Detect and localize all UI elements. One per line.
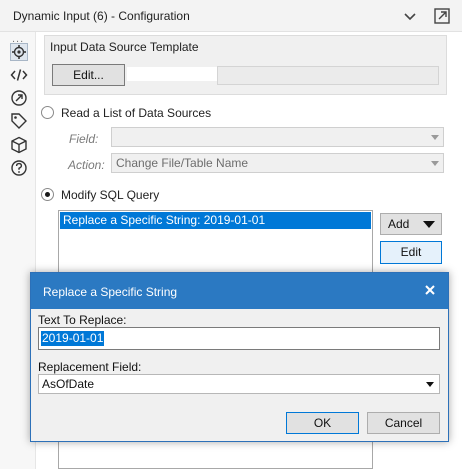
template-edit-button[interactable]: Edit... [52,64,125,86]
tag-icon[interactable] [10,112,28,130]
dialog-title-bar: Replace a Specific String [31,273,448,309]
popout-icon[interactable] [433,7,451,25]
window-title: Dynamic Input (6) - Configuration [13,9,190,23]
ok-button[interactable]: OK [286,412,359,434]
modify-sql-radio[interactable] [41,188,54,201]
add-button-label: Add [388,217,410,231]
action-label: Action: [68,158,105,172]
template-group-label: Input Data Source Template [50,40,199,54]
template-path-field [217,66,439,85]
add-button[interactable]: Add [380,213,442,235]
gear-icon[interactable] [10,43,28,61]
help-icon[interactable] [10,159,28,177]
link-icon[interactable] [10,89,28,107]
read-list-label[interactable]: Read a List of Data Sources [61,106,211,120]
cancel-button[interactable]: Cancel [367,412,440,434]
field-label: Field: [69,132,99,146]
cube-icon[interactable] [10,136,28,154]
close-icon[interactable] [423,283,437,297]
template-path-redacted [127,67,217,81]
chevron-down-icon [426,382,434,387]
sql-edit-button[interactable]: Edit [380,241,442,264]
text-to-replace-input[interactable]: 2019-01-01 [38,327,440,350]
replacement-field-select[interactable]: AsOfDate [38,374,440,394]
modify-sql-label[interactable]: Modify SQL Query [61,188,159,202]
code-icon[interactable] [10,66,28,84]
action-dropdown[interactable]: Change File/Table Name [111,153,444,173]
action-dropdown-value: Change File/Table Name [116,156,249,170]
replacement-field-value: AsOfDate [42,377,95,391]
chevron-down-icon[interactable] [402,8,418,24]
replace-string-dialog: Replace a Specific String Text To Replac… [30,272,449,442]
dropdown-arrow-icon [423,221,435,228]
text-to-replace-value: 2019-01-01 [41,331,105,346]
text-to-replace-label: Text To Replace: [38,313,127,327]
chevron-down-icon [431,135,439,140]
dialog-title: Replace a Specific String [43,285,178,299]
field-dropdown[interactable] [111,127,444,147]
list-item[interactable]: Replace a Specific String: 2019-01-01 [60,212,371,229]
chevron-down-icon [431,161,439,166]
replacement-field-label: Replacement Field: [38,360,142,374]
title-bar: Dynamic Input (6) - Configuration [0,0,462,32]
read-list-radio[interactable] [41,106,54,119]
